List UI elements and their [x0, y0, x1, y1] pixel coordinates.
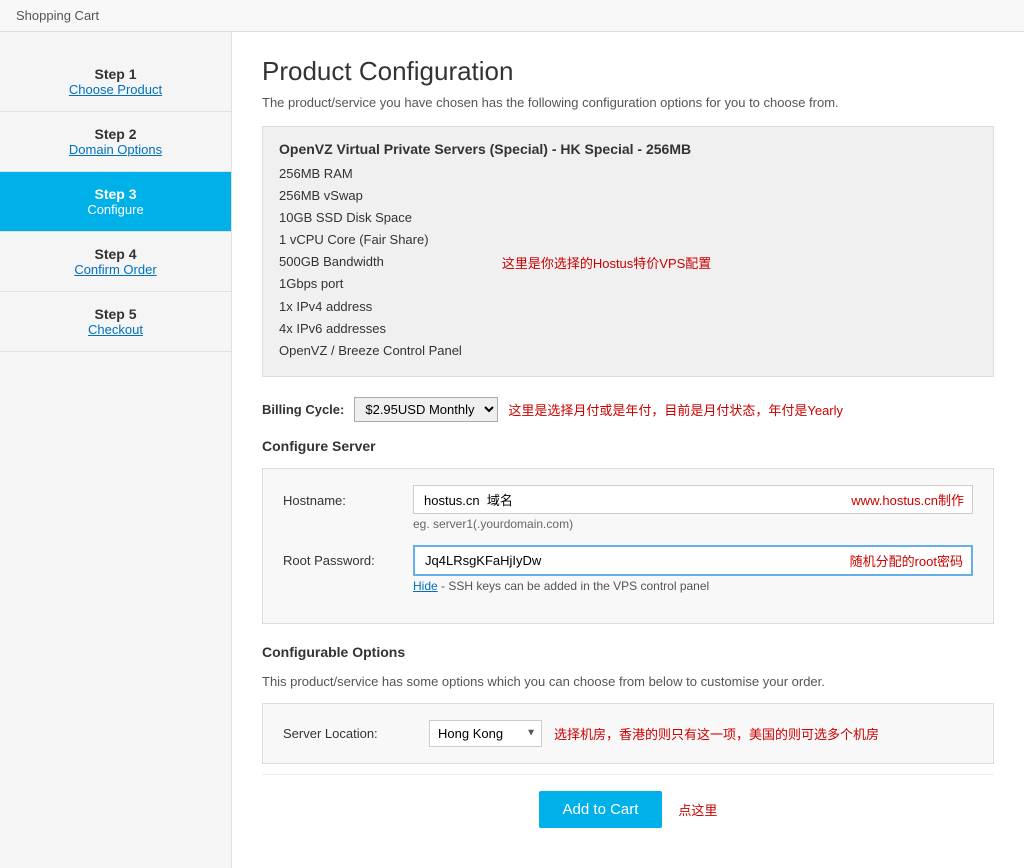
- hide-link[interactable]: Hide: [413, 579, 438, 593]
- hostname-input-wrap: www.hostus.cn制作 eg. server1(.yourdomain.…: [413, 485, 973, 531]
- hostname-row: Hostname: www.hostus.cn制作 eg. server1(.y…: [283, 485, 973, 531]
- hostname-hint: eg. server1(.yourdomain.com): [413, 517, 973, 531]
- topbar: Shopping Cart: [0, 0, 1024, 32]
- feature-2: 10GB SSD Disk Space: [279, 207, 462, 229]
- configurable-options: Configurable Options This product/servic…: [262, 644, 994, 764]
- configurable-subtitle: This product/service has some options wh…: [262, 674, 994, 689]
- sidebar-item-step4[interactable]: Step 4 Confirm Order: [0, 232, 231, 292]
- billing-select[interactable]: $2.95USD Monthly Yearly: [354, 397, 498, 422]
- location-note: 选择机房，香港的则只有这一项，美国的则可选多个机房: [554, 724, 879, 743]
- billing-note: 这里是选择月付或是年付，目前是月付状态，年付是Yearly: [508, 400, 843, 419]
- ssh-note-text: - SSH keys can be added in the VPS contr…: [441, 579, 709, 593]
- feature-0: 256MB RAM: [279, 163, 462, 185]
- hostname-note-red: www.hostus.cn制作: [851, 490, 972, 509]
- page-subtitle: The product/service you have chosen has …: [262, 95, 994, 110]
- sidebar-item-step2[interactable]: Step 2 Domain Options: [0, 112, 231, 172]
- sidebar-item-step5[interactable]: Step 5 Checkout: [0, 292, 231, 352]
- feature-note: 这里是你选择的Hostus特价VPS配置: [502, 253, 711, 272]
- hostname-input-container: www.hostus.cn制作: [413, 485, 973, 514]
- configure-server-box: Hostname: www.hostus.cn制作 eg. server1(.y…: [262, 468, 994, 624]
- sidebar: Step 1 Choose Product Step 2 Domain Opti…: [0, 32, 232, 868]
- feature-4: 500GB Bandwidth: [279, 251, 462, 273]
- ssh-note: Hide - SSH keys can be added in the VPS …: [413, 579, 973, 593]
- configurable-title: Configurable Options: [262, 644, 994, 660]
- click-note: 点这里: [678, 800, 717, 819]
- step5-sub: Checkout: [16, 322, 215, 337]
- add-to-cart-button[interactable]: Add to Cart: [539, 791, 663, 828]
- password-row: Root Password: 随机分配的root密码 Hide - SSH ke…: [283, 545, 973, 593]
- step3-sub: Configure: [16, 202, 215, 217]
- billing-row: Billing Cycle: $2.95USD Monthly Yearly 这…: [262, 397, 994, 422]
- sidebar-item-step3[interactable]: Step 3 Configure: [0, 172, 231, 232]
- topbar-label: Shopping Cart: [16, 8, 99, 23]
- product-name: OpenVZ Virtual Private Servers (Special)…: [279, 141, 977, 157]
- password-label: Root Password:: [283, 545, 413, 568]
- location-select[interactable]: Hong Kong United States: [429, 720, 542, 747]
- server-location-row: Server Location: Hong Kong United States…: [262, 703, 994, 764]
- step1-label: Step 1: [16, 66, 215, 82]
- features-list: 256MB RAM 256MB vSwap 10GB SSD Disk Spac…: [279, 163, 462, 362]
- hostname-label: Hostname:: [283, 485, 413, 508]
- step4-sub: Confirm Order: [16, 262, 215, 277]
- billing-label: Billing Cycle:: [262, 402, 344, 417]
- product-box: OpenVZ Virtual Private Servers (Special)…: [262, 126, 994, 377]
- feature-5: 1Gbps port: [279, 273, 462, 295]
- feature-8: OpenVZ / Breeze Control Panel: [279, 340, 462, 362]
- feature-6: 1x IPv4 address: [279, 296, 462, 318]
- password-input[interactable]: [415, 547, 850, 574]
- location-select-wrap: Hong Kong United States 选择机房，香港的则只有这一项，美…: [429, 720, 879, 747]
- sidebar-item-step1[interactable]: Step 1 Choose Product: [0, 52, 231, 112]
- password-note: 随机分配的root密码: [850, 551, 971, 570]
- step5-label: Step 5: [16, 306, 215, 322]
- step2-sub: Domain Options: [16, 142, 215, 157]
- main-content: Product Configuration The product/servic…: [232, 32, 1024, 868]
- password-input-container: 随机分配的root密码: [413, 545, 973, 576]
- product-features: 256MB RAM 256MB vSwap 10GB SSD Disk Spac…: [279, 163, 977, 362]
- feature-1: 256MB vSwap: [279, 185, 462, 207]
- page-title: Product Configuration: [262, 56, 994, 87]
- step2-label: Step 2: [16, 126, 215, 142]
- location-select-wrap-inner: Hong Kong United States: [429, 720, 542, 747]
- step3-label: Step 3: [16, 186, 215, 202]
- location-label: Server Location:: [283, 726, 413, 741]
- password-input-wrap: 随机分配的root密码 Hide - SSH keys can be added…: [413, 545, 973, 593]
- configure-server-title: Configure Server: [262, 438, 994, 454]
- footer-bar: Add to Cart 点这里: [262, 774, 994, 844]
- step4-label: Step 4: [16, 246, 215, 262]
- step1-sub: Choose Product: [16, 82, 215, 97]
- feature-7: 4x IPv6 addresses: [279, 318, 462, 340]
- hostname-input[interactable]: [414, 486, 851, 513]
- feature-3: 1 vCPU Core (Fair Share): [279, 229, 462, 251]
